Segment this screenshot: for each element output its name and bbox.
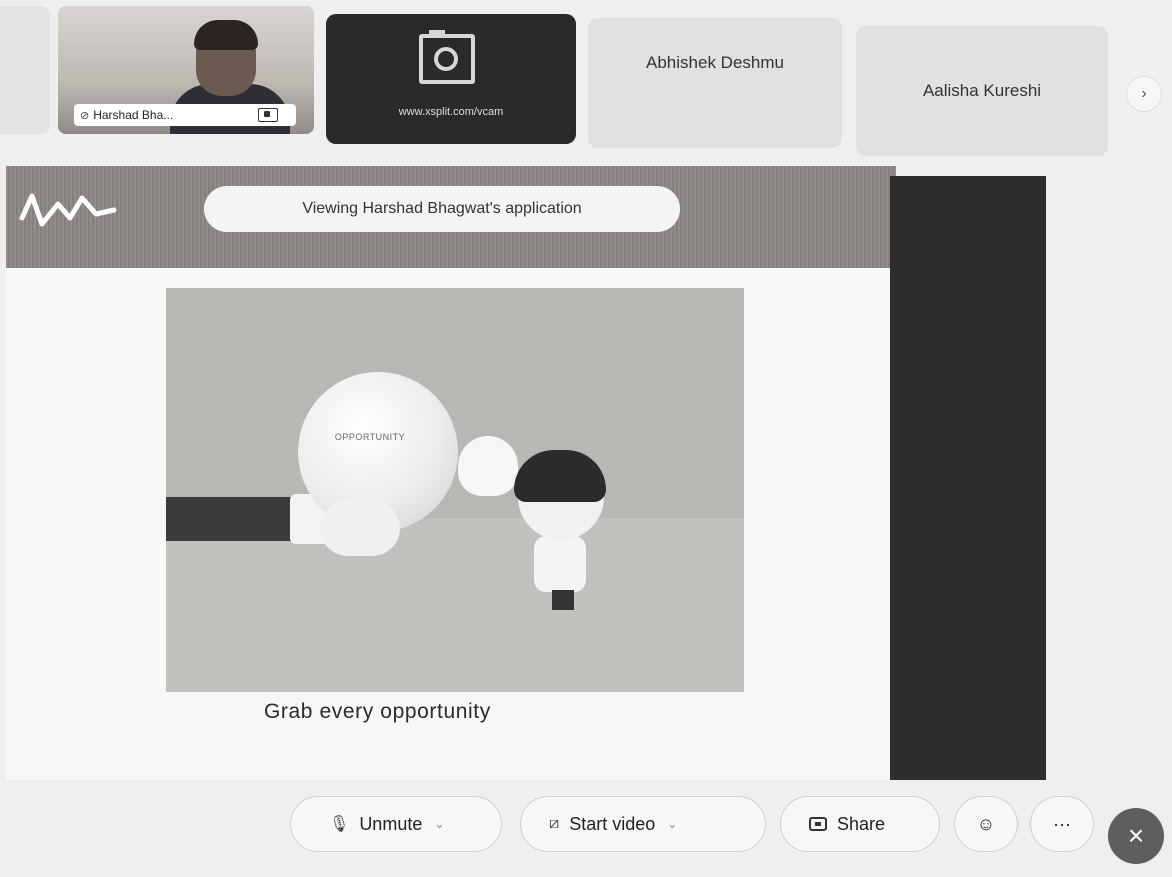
slide-floor <box>166 518 744 692</box>
participant-tile-xsplit[interactable]: www.xsplit.com/vcam <box>326 14 576 144</box>
participant-tile-partial[interactable] <box>0 6 50 134</box>
participant-tile-aalisha[interactable]: Aalisha Kureshi <box>856 26 1108 156</box>
leave-meeting-button[interactable]: × <box>1108 808 1164 864</box>
unmute-button[interactable]: 🎙︎ Unmute ⌄ <box>290 796 502 852</box>
participant-name-pill: ⊘ Harshad Bha... <box>74 104 296 126</box>
unmute-label: Unmute <box>359 813 423 834</box>
chevron-down-icon[interactable]: ⌄ <box>667 817 677 831</box>
next-participants-button[interactable]: › <box>1126 76 1162 112</box>
slide-caption: Grab every opportunity <box>264 700 491 723</box>
chevron-right-icon: › <box>1141 85 1147 102</box>
microphone-muted-icon: 🎙︎ <box>329 816 350 833</box>
start-video-button[interactable]: ⧄ Start video ⌄ <box>520 796 766 852</box>
slide-hand <box>320 500 400 556</box>
smiley-icon: ☺ <box>976 813 996 834</box>
shared-content-dark-panel <box>890 176 1046 780</box>
muted-mic-icon: ⊘ <box>80 109 90 122</box>
participant-name-label: Aalisha Kureshi <box>922 81 1042 100</box>
share-screen-icon <box>809 817 827 831</box>
participant-strip: ⊘ Harshad Bha... www.xsplit.com/vcam Abh… <box>0 0 1172 160</box>
more-options-button[interactable]: ··· <box>1030 796 1094 852</box>
slide-ball-label: OPPORTUNITY <box>334 432 406 442</box>
share-button[interactable]: Share <box>780 796 940 852</box>
chevron-down-icon[interactable]: ⌄ <box>434 817 444 831</box>
video-off-icon: ⧄ <box>549 815 560 832</box>
participant-hair <box>194 20 258 50</box>
xsplit-camera-logo-icon <box>419 30 475 84</box>
participant-tile-abhishek[interactable]: Abhishek Deshmu <box>588 18 842 148</box>
reactions-button[interactable]: ☺ <box>954 796 1018 852</box>
video-camera-icon <box>258 108 278 122</box>
slide-image <box>166 288 744 692</box>
close-icon: × <box>1127 820 1145 851</box>
screen-share-bar: Viewing Harshad Bhagwat's application <box>6 166 896 268</box>
meeting-window: ⊘ Harshad Bha... www.xsplit.com/vcam Abh… <box>0 0 1172 877</box>
slide-boy-legs <box>552 590 574 610</box>
start-video-label: Start video <box>569 813 656 834</box>
participant-name-label: Abhishek Deshmu <box>646 53 784 72</box>
share-label: Share <box>837 813 886 834</box>
more-dots-icon: ··· <box>1053 813 1071 834</box>
participant-tile-harshad[interactable]: ⊘ Harshad Bha... <box>58 6 314 134</box>
app-wave-logo-icon <box>19 193 117 227</box>
viewing-application-text: Viewing Harshad Bhagwat's application <box>302 200 582 217</box>
viewing-application-pill[interactable]: Viewing Harshad Bhagwat's application <box>204 186 680 232</box>
participant-name-label: Harshad Bha... <box>93 108 174 122</box>
slide-boy-body <box>534 536 586 592</box>
slide-boy-hand <box>458 436 518 496</box>
xsplit-url-text: www.xsplit.com/vcam <box>398 106 504 118</box>
